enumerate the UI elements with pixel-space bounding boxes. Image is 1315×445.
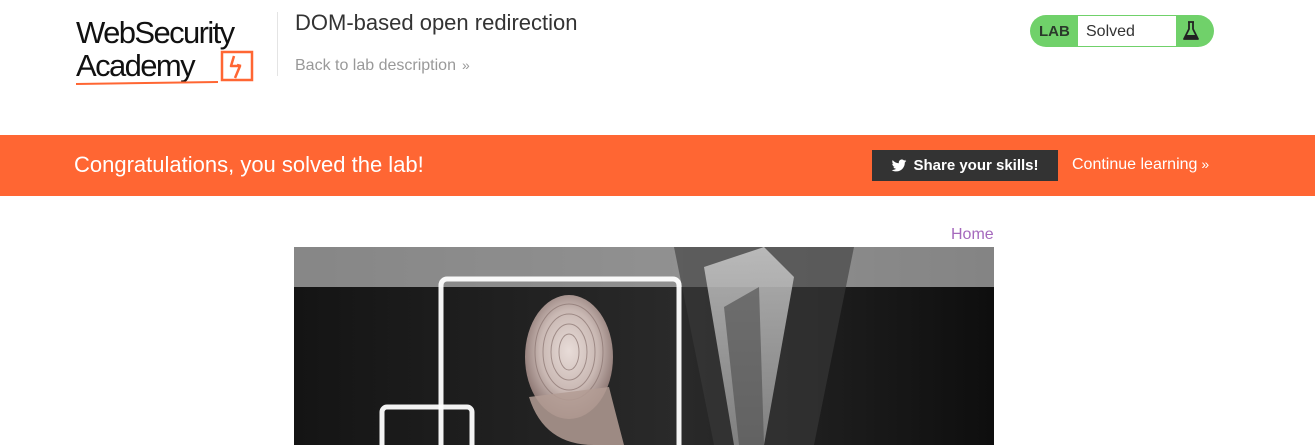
double-chevron-right-icon: »: [1201, 156, 1209, 172]
continue-learning-link[interactable]: Continue learning»: [1072, 156, 1209, 174]
page-header: WebSecurity Academy DOM-based open redir…: [0, 0, 1315, 135]
continue-learning-label: Continue learning: [1072, 156, 1198, 173]
double-chevron-right-icon: »: [461, 57, 470, 73]
solved-banner: Congratulations, you solved the lab! Sha…: [0, 135, 1315, 196]
fingerprint-touchscreen-photo: [294, 247, 994, 445]
logo-line2: Academy: [76, 48, 196, 83]
lab-title: DOM-based open redirection: [295, 10, 578, 35]
header-divider: [277, 12, 278, 76]
lab-status-widget: LAB Solved: [1030, 15, 1214, 47]
logo-line1: WebSecurity: [76, 15, 235, 50]
twitter-icon: [892, 159, 907, 171]
share-button-label: Share your skills!: [913, 157, 1039, 174]
congratulations-message: Congratulations, you solved the lab!: [74, 152, 424, 177]
academy-lightning-icon: [220, 50, 254, 82]
lab-status-value-box: Solved: [1078, 16, 1176, 46]
share-your-skills-button[interactable]: Share your skills!: [872, 150, 1058, 181]
lab-status-value: Solved: [1086, 23, 1135, 40]
logo-underline-icon: [75, 81, 219, 85]
home-link[interactable]: Home: [951, 226, 994, 244]
hero-image: [294, 247, 994, 445]
web-security-academy-logo[interactable]: WebSecurity Academy: [74, 10, 278, 86]
back-to-lab-description-link[interactable]: Back to lab description »: [295, 57, 470, 75]
back-link-label: Back to lab description: [295, 57, 456, 74]
lab-status-label: LAB: [1039, 23, 1070, 40]
flask-icon: [1183, 21, 1199, 40]
